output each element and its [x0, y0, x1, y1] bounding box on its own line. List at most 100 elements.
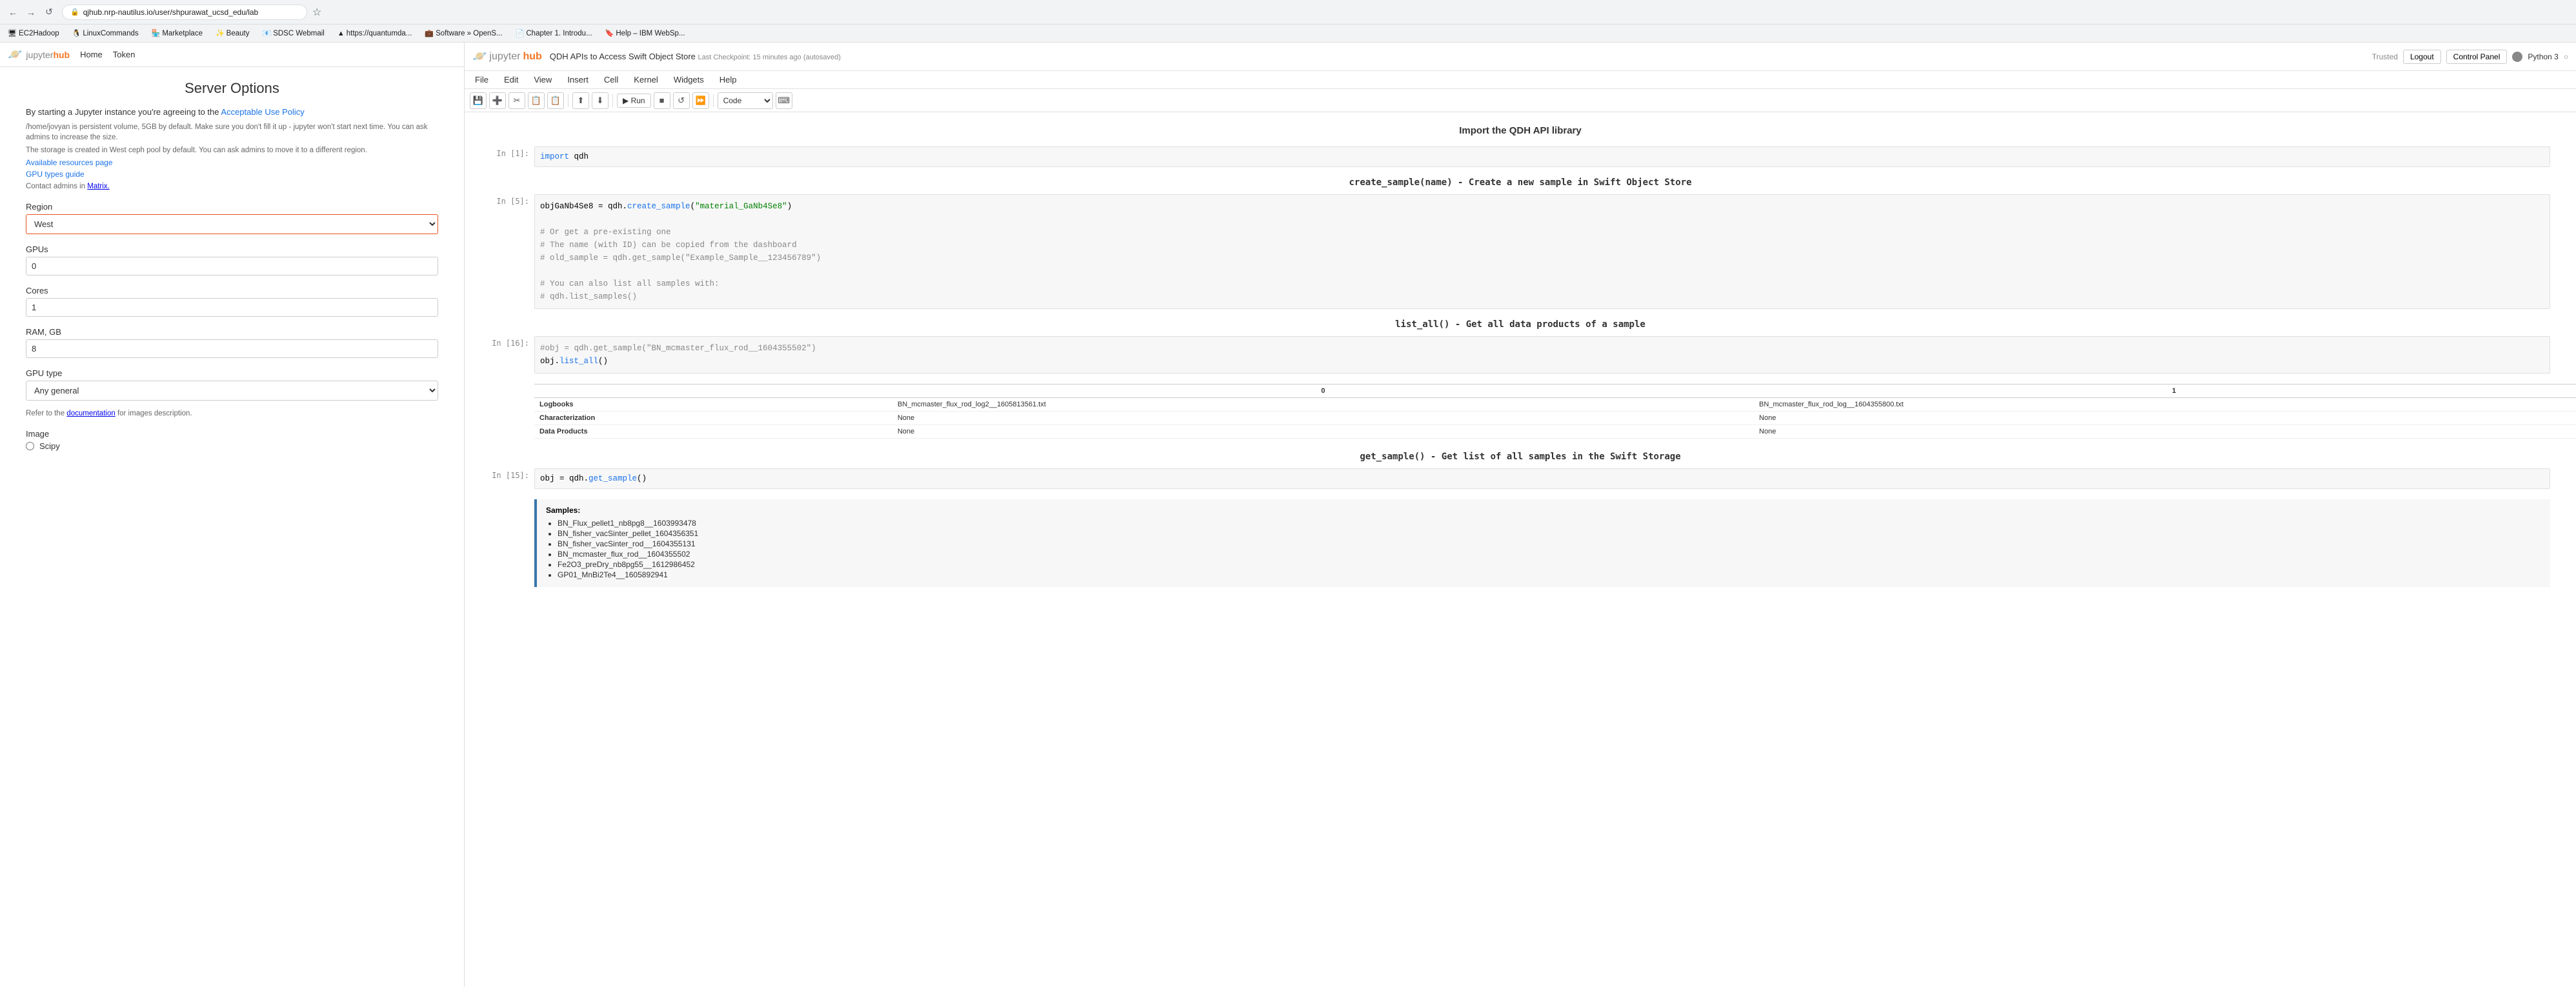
cell-4: In [15]: obj = qdh.get_sample() — [490, 468, 2550, 489]
cut-cell-btn[interactable]: ✂ — [508, 92, 525, 109]
menu-kernel[interactable]: Kernel — [631, 74, 661, 86]
gpu-types-link[interactable]: GPU types guide — [26, 170, 438, 179]
cell-3-code[interactable]: #obj = qdh.get_sample("BN_mcmaster_flux_… — [534, 336, 2550, 374]
jupyter-nav-links: Home Token — [80, 50, 135, 59]
sample-item-3: BN_mcmaster_flux_rod__1604355502 — [558, 550, 2541, 559]
copy-cell-btn[interactable]: 📋 — [528, 92, 545, 109]
control-panel-button[interactable]: Control Panel — [2446, 50, 2508, 64]
run-btn[interactable]: ▶ Run — [617, 94, 651, 108]
jupyter-logo-icon: 🪐 — [8, 48, 22, 61]
region-select[interactable]: West East — [26, 214, 438, 234]
output-table: 0 1 Logbooks BN_mcmaster_flux_rod_log2__… — [534, 384, 2576, 439]
cores-input[interactable] — [26, 298, 438, 317]
move-up-btn[interactable]: ⬆ — [572, 92, 589, 109]
circle-icon: ○ — [2564, 52, 2568, 61]
interrupt-btn[interactable]: ■ — [654, 92, 670, 109]
notebook-logo-hub: hub — [523, 51, 541, 63]
menu-widgets[interactable]: Widgets — [671, 74, 707, 86]
cell-4-row: In [15]: obj = qdh.get_sample() — [490, 468, 2550, 489]
bookmark-chapter1[interactable]: 📄 Chapter 1. Introdu... — [513, 28, 595, 39]
bookmark-ec2hadoop[interactable]: 🖥 EC2Hadoop — [5, 28, 62, 39]
image-section: Image Scipy — [26, 429, 438, 451]
row-data-c1: None — [1754, 425, 2576, 439]
doc-note: Refer to the documentation for images de… — [26, 408, 438, 419]
cell-1-row: In [1]: import qdh — [490, 146, 2550, 167]
scipy-radio[interactable] — [26, 442, 34, 450]
bookmark-beauty[interactable]: ✨ Beauty — [213, 28, 252, 39]
server-options-title: Server Options — [26, 80, 438, 97]
code-comment-4: # You can also list all samples with: — [540, 277, 2544, 290]
bookmark-sdsc-webmail[interactable]: 📧 SDSC Webmail — [259, 28, 327, 39]
nav-buttons: ← → ↺ — [5, 5, 57, 20]
nav-token-link[interactable]: Token — [113, 50, 136, 59]
add-cell-btn[interactable]: ➕ — [489, 92, 506, 109]
cell-1-code[interactable]: import qdh — [534, 146, 2550, 167]
notebook-nav: 🪐 jupyterhub QDH APIs to Access Swift Ob… — [465, 43, 2576, 71]
bookmark-marketplace[interactable]: 🏪 Marketplace — [149, 28, 205, 39]
save-toolbar-btn[interactable]: 💾 — [470, 92, 487, 109]
gpus-label: GPUs — [26, 244, 438, 254]
checkpoint-text: Last Checkpoint: 15 minutes ago — [698, 54, 803, 61]
cell-type-select[interactable]: Code Markdown Raw — [718, 92, 773, 109]
server-subtitle: By starting a Jupyter instance you're ag… — [26, 107, 438, 117]
documentation-link[interactable]: documentation — [66, 410, 115, 417]
logout-button[interactable]: Logout — [2403, 50, 2441, 64]
qdh-module: qdh — [574, 152, 589, 161]
matrix-link[interactable]: Matrix. — [87, 183, 110, 190]
bookmark-linuxcommands[interactable]: 🐧 LinuxCommands — [70, 28, 141, 39]
samples-list: BN_Flux_pellet1_nb8pg8__1603993478 BN_fi… — [546, 519, 2541, 579]
scipy-option: Scipy — [26, 441, 438, 451]
cell-4-code[interactable]: obj = qdh.get_sample() — [534, 468, 2550, 489]
ram-section: RAM, GB — [26, 327, 438, 358]
row-logbooks-c0: BN_mcmaster_flux_rod_log2__1605813561.tx… — [892, 398, 1754, 412]
menu-insert[interactable]: Insert — [565, 74, 591, 86]
keyboard-shortcuts-btn[interactable]: ⌨ — [776, 92, 792, 109]
restart-btn[interactable]: ↺ — [673, 92, 690, 109]
back-button[interactable]: ← — [5, 5, 21, 20]
marketplace-icon: 🏪 — [152, 29, 161, 37]
lock-icon: 🔒 — [70, 8, 79, 16]
code-comment-3: # old_sample = qdh.get_sample("Example_S… — [540, 252, 2544, 264]
acceptable-use-policy-link[interactable]: Acceptable Use Policy — [221, 107, 304, 117]
cell-1-prompt: In [1]: — [490, 146, 529, 158]
paste-cell-btn[interactable]: 📋 — [547, 92, 564, 109]
section3-wrapper: list_all() - Get all data products of a … — [490, 319, 2550, 439]
menu-cell[interactable]: Cell — [601, 74, 621, 86]
sample-item-5: GP01_MnBi2Te4__1605892941 — [558, 570, 2541, 579]
section2-wrapper: create_sample(name) - Create a new sampl… — [490, 177, 2550, 309]
code-comment-1: # Or get a pre-existing one — [540, 226, 2544, 239]
bookmark-quantumda[interactable]: ▲ https://quantumda... — [335, 28, 415, 39]
refresh-button[interactable]: ↺ — [41, 5, 57, 20]
chapter1-icon: 📄 — [516, 29, 525, 37]
gpu-type-select[interactable]: Any general — [26, 381, 438, 401]
region-label: Region — [26, 202, 438, 212]
restart-run-btn[interactable]: ⏩ — [692, 92, 709, 109]
cores-label: Cores — [26, 286, 438, 295]
menu-help[interactable]: Help — [717, 74, 740, 86]
forward-button[interactable]: → — [23, 5, 39, 20]
notebook-nav-right: Trusted Logout Control Panel Python 3 ○ — [2372, 50, 2568, 64]
cell-3: In [16]: #obj = qdh.get_sample("BN_mcmas… — [490, 336, 2550, 374]
autosaved-text: (autosaved) — [803, 54, 841, 61]
cell-2-code[interactable]: objGaNb4Se8 = qdh.create_sample("materia… — [534, 194, 2550, 309]
gpus-input[interactable] — [26, 257, 438, 275]
section3-title: list_all() - Get all data products of a … — [490, 319, 2550, 330]
menu-edit[interactable]: Edit — [501, 74, 521, 86]
row-label-logbooks: Logbooks — [534, 398, 892, 412]
sample-item-4: Fe2O3_preDry_nb8pg55__1612986452 — [558, 560, 2541, 569]
section2-title: create_sample(name) - Create a new sampl… — [490, 177, 2550, 188]
star-button[interactable]: ☆ — [312, 6, 321, 19]
code-line-2 — [540, 213, 2544, 226]
bookmark-software[interactable]: 💼 Software » OpenS... — [422, 28, 505, 39]
move-down-btn[interactable]: ⬇ — [592, 92, 609, 109]
row-logbooks-c1: BN_mcmaster_flux_rod_log__1604355800.txt — [1754, 398, 2576, 412]
left-address-bar[interactable]: 🔒 qjhub.nrp-nautilus.io/user/shpurawat_u… — [62, 5, 307, 20]
notebook-logo-text: jupyter — [489, 51, 520, 63]
menu-view[interactable]: View — [531, 74, 554, 86]
ram-input[interactable] — [26, 339, 438, 358]
menu-file[interactable]: File — [472, 74, 491, 86]
bookmark-help-ibm[interactable]: 🔖 Help – IBM WebSp... — [603, 28, 688, 39]
available-resources-link[interactable]: Available resources page — [26, 158, 438, 167]
table-row-data-products: Data Products None None — [534, 425, 2576, 439]
nav-home-link[interactable]: Home — [80, 50, 103, 59]
